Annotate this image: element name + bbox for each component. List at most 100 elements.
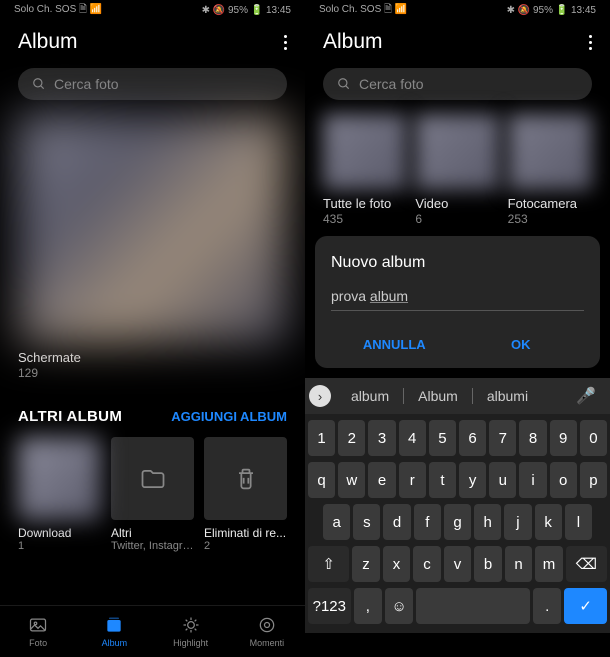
key-7[interactable]: 7 <box>489 420 516 456</box>
key-w[interactable]: w <box>338 462 365 498</box>
album-thumbnail <box>18 437 101 520</box>
key-s[interactable]: s <box>353 504 380 540</box>
new-album-dialog: Nuovo album prova album ANNULLA OK <box>315 236 600 368</box>
key-x[interactable]: x <box>383 546 411 582</box>
key-r[interactable]: r <box>399 462 426 498</box>
overflow-menu-icon[interactable] <box>589 35 592 50</box>
key-.[interactable]: . <box>533 588 561 624</box>
key-✓[interactable]: ✓ <box>564 588 607 624</box>
album-thumbnail <box>415 114 499 190</box>
key-k[interactable]: k <box>535 504 562 540</box>
key-c[interactable]: c <box>413 546 441 582</box>
key-n[interactable]: n <box>505 546 533 582</box>
key-m[interactable]: m <box>535 546 563 582</box>
overflow-menu-icon[interactable] <box>284 35 287 50</box>
screen-new-album-dialog: Solo Ch. SOS 🗎 📶 ✱ 🔕 95% 🔋 13:45 Album C… <box>305 0 610 657</box>
key-v[interactable]: v <box>444 546 472 582</box>
expand-suggestions-icon[interactable]: › <box>309 385 331 407</box>
key-o[interactable]: o <box>550 462 577 498</box>
key-?123[interactable]: ?123 <box>308 588 351 624</box>
key-h[interactable]: h <box>474 504 501 540</box>
key-e[interactable]: e <box>368 462 395 498</box>
key-g[interactable]: g <box>444 504 471 540</box>
key-t[interactable]: t <box>429 462 456 498</box>
key-p[interactable]: p <box>580 462 607 498</box>
key-space[interactable] <box>416 588 530 624</box>
keyboard: 1234567890 qwertyuiop asdfghjkl ⇧zxcvbnm… <box>305 414 610 633</box>
key-☺[interactable]: ☺ <box>385 588 413 624</box>
folder-icon <box>111 437 194 520</box>
key-z[interactable]: z <box>352 546 380 582</box>
key-y[interactable]: y <box>459 462 486 498</box>
key-⌫[interactable]: ⌫ <box>566 546 607 582</box>
key-8[interactable]: 8 <box>519 420 546 456</box>
status-bar: Solo Ch. SOS 🗎 📶 ✱ 🔕 95% 🔋 13:45 <box>0 0 305 20</box>
suggestion[interactable]: album <box>339 384 401 408</box>
key-,[interactable]: , <box>354 588 382 624</box>
key-3[interactable]: 3 <box>368 420 395 456</box>
key-f[interactable]: f <box>414 504 441 540</box>
nav-album[interactable]: Album <box>76 606 152 657</box>
album-download[interactable]: Download 1 <box>18 437 101 552</box>
ok-button[interactable]: OK <box>458 329 585 360</box>
album-video[interactable]: Video 6 <box>415 114 499 226</box>
key-b[interactable]: b <box>474 546 502 582</box>
key-1[interactable]: 1 <box>308 420 335 456</box>
search-icon <box>337 77 351 91</box>
album-thumbnail <box>508 114 592 190</box>
search-icon <box>32 77 46 91</box>
photo-icon <box>28 615 48 635</box>
page-title: Album <box>323 30 383 54</box>
key-⇧[interactable]: ⇧ <box>308 546 349 582</box>
nav-momenti[interactable]: Momenti <box>229 606 305 657</box>
key-0[interactable]: 0 <box>580 420 607 456</box>
key-q[interactable]: q <box>308 462 335 498</box>
suggestion[interactable]: albumi <box>475 384 540 408</box>
album-fotocamera[interactable]: Fotocamera 253 <box>508 114 592 226</box>
album-altri[interactable]: Altri Twitter, Instagra... <box>111 437 194 552</box>
status-right: ✱ 🔕 95% 🔋 13:45 <box>202 5 291 16</box>
search-placeholder: Cerca foto <box>54 76 119 92</box>
mic-icon[interactable]: 🎤 <box>576 386 596 406</box>
cancel-button[interactable]: ANNULLA <box>331 329 458 360</box>
dialog-title: Nuovo album <box>331 254 584 272</box>
album-thumbnail-schermate[interactable] <box>18 114 287 344</box>
album-thumbnail <box>323 114 407 190</box>
album-label: Schermate <box>18 350 287 365</box>
album-deleted[interactable]: Eliminati di re... 2 <box>204 437 287 552</box>
moments-icon <box>257 615 277 635</box>
keyboard-suggestion-bar: › album Album albumi 🎤 <box>305 378 610 414</box>
header: Album <box>0 20 305 68</box>
add-album-button[interactable]: AGGIUNGI ALBUM <box>171 409 287 424</box>
search-input[interactable]: Cerca foto <box>18 68 287 100</box>
key-d[interactable]: d <box>383 504 410 540</box>
key-5[interactable]: 5 <box>429 420 456 456</box>
key-u[interactable]: u <box>489 462 516 498</box>
key-j[interactable]: j <box>504 504 531 540</box>
key-6[interactable]: 6 <box>459 420 486 456</box>
nav-highlight[interactable]: Highlight <box>153 606 229 657</box>
key-4[interactable]: 4 <box>399 420 426 456</box>
key-9[interactable]: 9 <box>550 420 577 456</box>
key-i[interactable]: i <box>519 462 546 498</box>
bottom-nav: Foto Album Highlight Momenti <box>0 605 305 657</box>
status-left: Solo Ch. SOS 🗎 📶 <box>14 2 102 19</box>
album-count: 129 <box>18 366 287 380</box>
album-tutte-le-foto[interactable]: Tutte le foto 435 <box>323 114 407 226</box>
search-input[interactable]: Cerca foto <box>323 68 592 100</box>
section-title: ALTRI ALBUM <box>18 408 122 425</box>
screen-album-main: Solo Ch. SOS 🗎 📶 ✱ 🔕 95% 🔋 13:45 Album C… <box>0 0 305 657</box>
key-l[interactable]: l <box>565 504 592 540</box>
key-2[interactable]: 2 <box>338 420 365 456</box>
album-name-input[interactable]: prova album <box>331 288 584 311</box>
key-a[interactable]: a <box>323 504 350 540</box>
header: Album <box>305 20 610 68</box>
suggestion[interactable]: Album <box>406 384 470 408</box>
album-icon <box>104 615 124 635</box>
nav-foto[interactable]: Foto <box>0 606 76 657</box>
trash-icon <box>204 437 287 520</box>
search-placeholder: Cerca foto <box>359 76 424 92</box>
highlight-icon <box>181 615 201 635</box>
page-title: Album <box>18 30 78 54</box>
status-bar: Solo Ch. SOS 🗎 📶 ✱ 🔕 95% 🔋 13:45 <box>305 0 610 20</box>
